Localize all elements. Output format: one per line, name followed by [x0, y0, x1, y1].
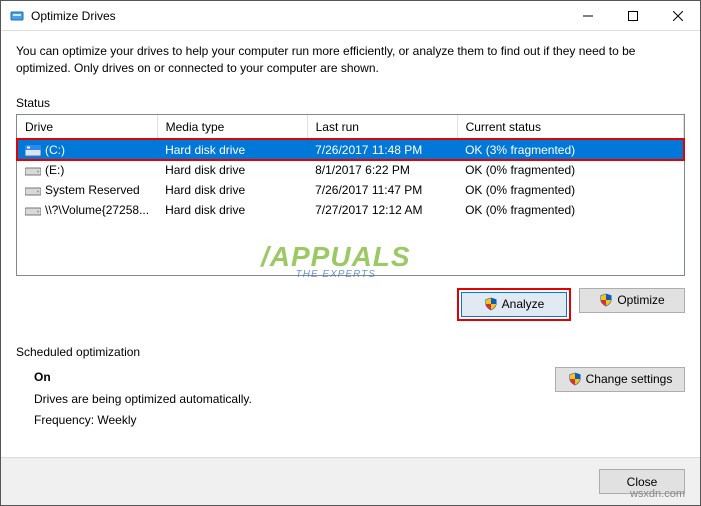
- window-title: Optimize Drives: [31, 9, 565, 23]
- drive-icon: [25, 205, 41, 216]
- table-header-row[interactable]: Drive Media type Last run Current status: [17, 115, 684, 140]
- change-settings-label: Change settings: [586, 372, 673, 386]
- intro-text: You can optimize your drives to help you…: [16, 43, 685, 78]
- schedule-text: On Drives are being optimized automatica…: [16, 367, 555, 430]
- col-last-run[interactable]: Last run: [307, 115, 457, 140]
- schedule-state: On: [34, 367, 555, 387]
- schedule-desc: Drives are being optimized automatically…: [34, 389, 555, 409]
- col-drive[interactable]: Drive: [17, 115, 157, 140]
- action-row: Analyze Optimize: [16, 288, 685, 321]
- status-label: Status: [16, 96, 685, 110]
- table-row[interactable]: \\?\Volume{27258...Hard disk drive7/27/2…: [17, 200, 684, 220]
- shield-icon: [568, 372, 582, 386]
- shield-icon: [484, 297, 498, 311]
- col-current-status[interactable]: Current status: [457, 115, 683, 140]
- maximize-button[interactable]: [610, 1, 655, 30]
- app-icon: [9, 8, 25, 24]
- table-row[interactable]: (E:)Hard disk drive8/1/2017 6:22 PMOK (0…: [17, 160, 684, 180]
- close-label: Close: [627, 475, 658, 489]
- change-settings-button[interactable]: Change settings: [555, 367, 685, 392]
- close-dialog-button[interactable]: Close: [599, 469, 685, 494]
- table-row[interactable]: (C:)Hard disk drive7/26/2017 11:48 PMOK …: [17, 139, 684, 160]
- drive-icon: [25, 185, 41, 196]
- scheduled-optimization-label: Scheduled optimization: [16, 345, 685, 359]
- drive-icon: [25, 145, 41, 156]
- close-button[interactable]: [655, 1, 700, 30]
- analyze-label: Analyze: [502, 297, 545, 311]
- col-media-type[interactable]: Media type: [157, 115, 307, 140]
- optimize-button[interactable]: Optimize: [579, 288, 685, 313]
- table-row[interactable]: System ReservedHard disk drive7/26/2017 …: [17, 180, 684, 200]
- footer: Close: [1, 457, 700, 505]
- titlebar[interactable]: Optimize Drives: [1, 1, 700, 31]
- content-area: You can optimize your drives to help you…: [1, 31, 700, 457]
- drive-icon: [25, 165, 41, 176]
- schedule-frequency: Frequency: Weekly: [34, 410, 555, 430]
- analyze-highlight: Analyze: [457, 288, 571, 321]
- shield-icon: [599, 293, 613, 307]
- optimize-drives-window: Optimize Drives You can optimize your dr…: [0, 0, 701, 506]
- minimize-button[interactable]: [565, 1, 610, 30]
- analyze-button[interactable]: Analyze: [461, 292, 567, 317]
- table-filler: [17, 220, 684, 275]
- optimize-label: Optimize: [617, 293, 664, 307]
- drives-table: Drive Media type Last run Current status…: [16, 114, 685, 276]
